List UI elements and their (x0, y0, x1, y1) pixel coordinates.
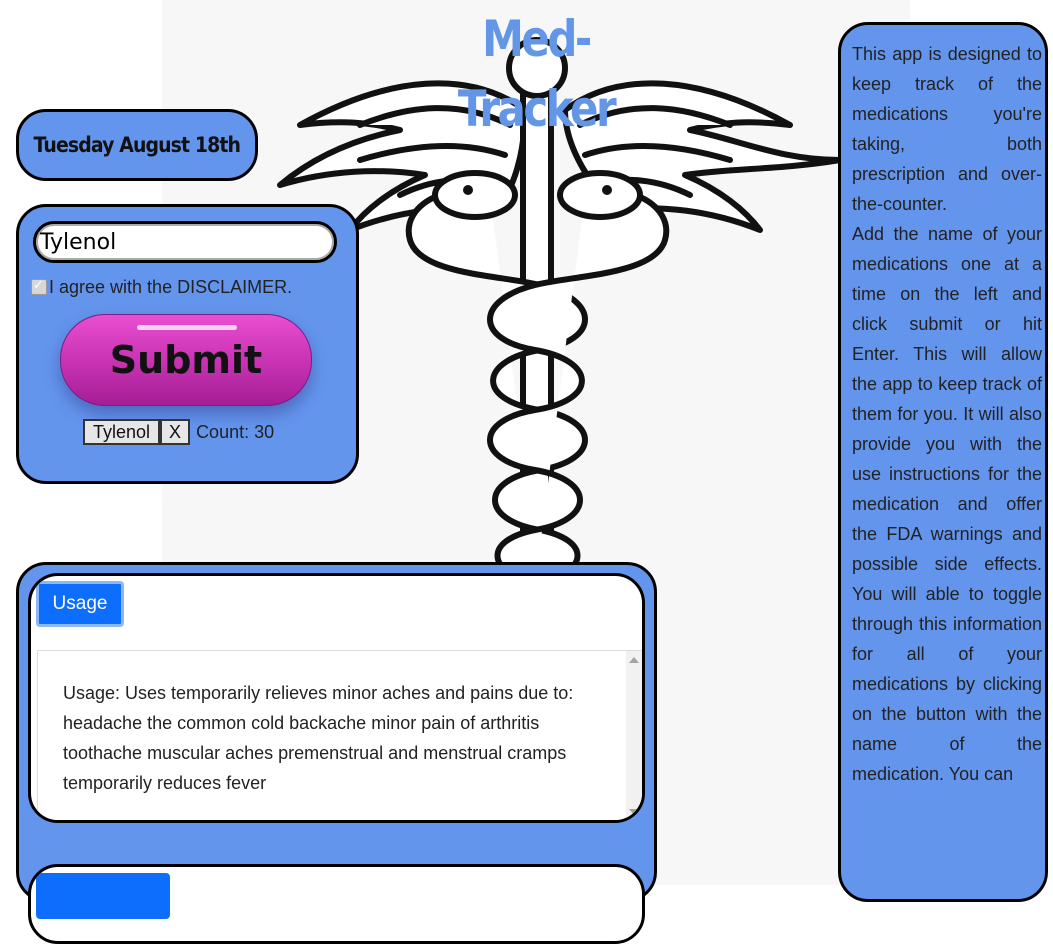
disclaimer-label: I agree with the DISCLAIMER. (49, 276, 293, 297)
info-paragraph-intro: This app is designed to keep track of th… (852, 44, 1042, 214)
medication-select-button[interactable]: Tylenol (83, 419, 161, 445)
medication-details-panel: Usage Usage: Uses temporarily relieves m… (16, 562, 657, 944)
usage-scrollbar[interactable] (626, 651, 642, 820)
disclaimer-checkbox[interactable] (31, 277, 47, 295)
info-text: This app is designed to keep track of th… (852, 39, 1042, 789)
usage-text-area[interactable]: Usage: Uses temporarily relieves minor a… (37, 650, 642, 820)
remove-medication-button[interactable]: X (160, 419, 191, 445)
info-panel: This app is designed to keep track of th… (838, 22, 1048, 902)
medication-list-item: Tylenol X Count: 30 (83, 418, 274, 446)
date-badge: Tuesday August 18th (16, 109, 258, 181)
submit-button[interactable]: Submit (60, 314, 312, 406)
medication-form: I agree with the DISCLAIMER. Submit Tyle… (16, 204, 359, 484)
disclaimer-row: I agree with the DISCLAIMER. (31, 275, 292, 299)
current-date: Tuesday August 18th (33, 133, 241, 157)
medication-count: Count: 30 (196, 421, 275, 442)
usage-card: Usage Usage: Uses temporarily relieves m… (28, 573, 645, 823)
usage-text: Usage: Uses temporarily relieves minor a… (63, 683, 574, 793)
medication-input[interactable] (33, 221, 337, 263)
warnings-button[interactable] (36, 873, 170, 919)
scroll-down-arrow-icon[interactable] (629, 809, 639, 815)
app-title: Med-Tracker (457, 10, 617, 138)
usage-button[interactable]: Usage (36, 581, 124, 627)
info-paragraph-instructions: Add the name of your medications one at … (852, 224, 1042, 784)
warnings-card (28, 864, 645, 944)
scroll-up-arrow-icon[interactable] (629, 657, 639, 663)
